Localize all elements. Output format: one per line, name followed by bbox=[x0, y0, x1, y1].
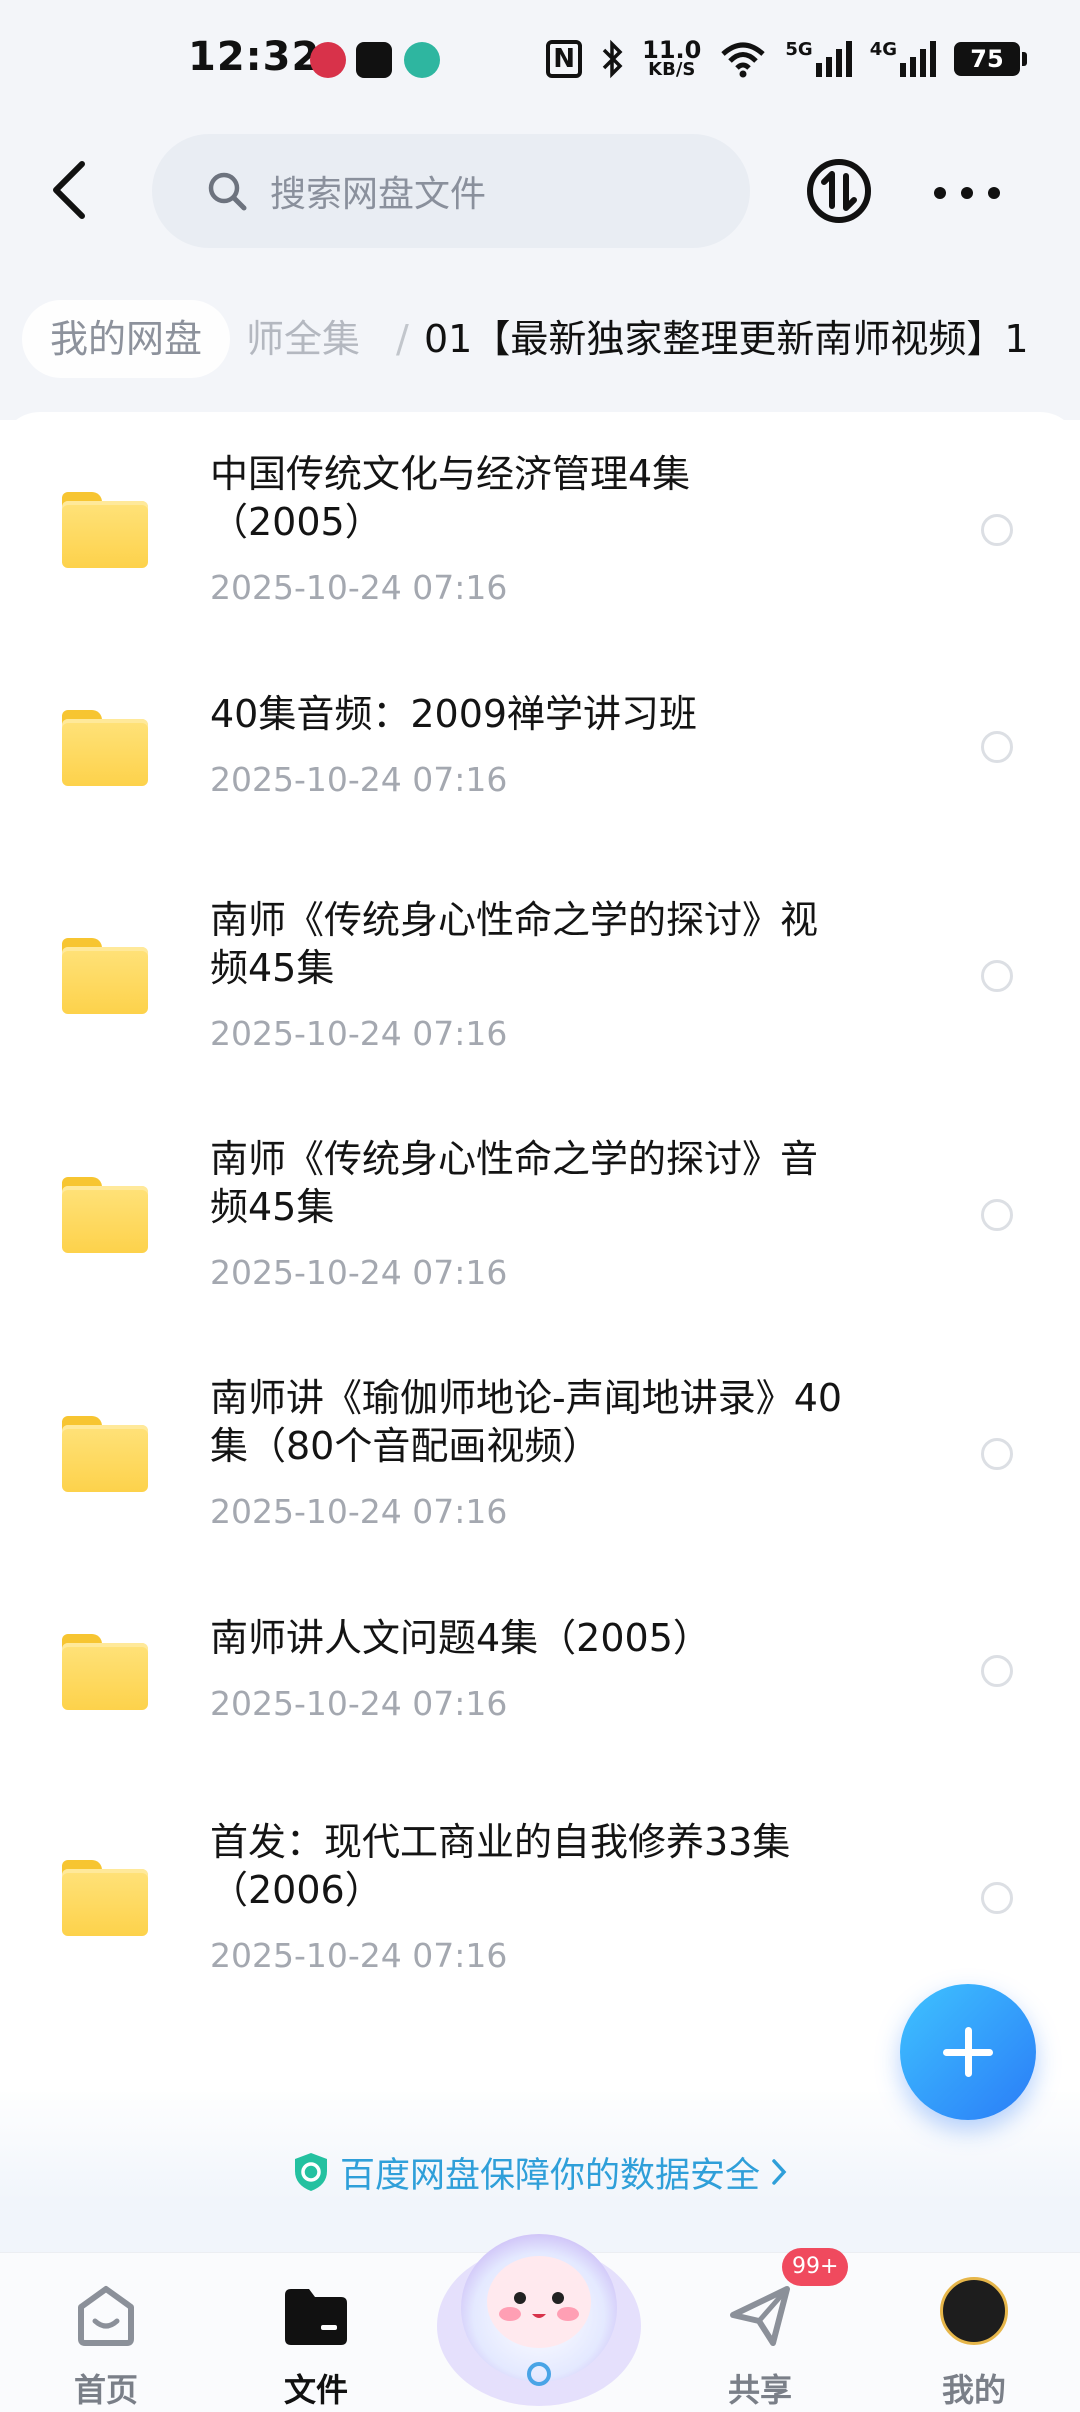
folder-name: 40集音频：2009禅学讲习班 bbox=[210, 692, 698, 736]
folder-icon bbox=[62, 1634, 148, 1710]
select-checkbox[interactable] bbox=[981, 1438, 1013, 1470]
search-input[interactable]: 搜索网盘文件 bbox=[152, 134, 750, 248]
page: 12:32 N 11.0 KB/S 5G 4G 75 搜索网盘文件 师全集 我的… bbox=[0, 0, 1080, 2412]
transfer-button[interactable] bbox=[806, 158, 872, 224]
signal-bars-icon bbox=[815, 41, 852, 77]
folder-date: 2025-10-24 07:16 bbox=[210, 760, 508, 799]
list-item[interactable]: 南师讲《瑜伽师地论-声闻地讲录》40 集（80个音配画视频） 2025-10-24… bbox=[0, 1374, 1080, 1574]
folder-date: 2025-10-24 07:16 bbox=[210, 568, 508, 607]
folder-date: 2025-10-24 07:16 bbox=[210, 1014, 508, 1053]
dot-icon bbox=[988, 187, 1000, 199]
signal-4g: 4G bbox=[870, 41, 936, 77]
dot-icon bbox=[961, 187, 973, 199]
nav-mine[interactable]: 我的 bbox=[904, 2273, 1044, 2409]
battery-icon: 75 bbox=[954, 42, 1027, 76]
breadcrumb-home[interactable]: 我的网盘 bbox=[22, 300, 231, 378]
select-checkbox[interactable] bbox=[981, 1655, 1013, 1687]
security-text: 百度网盘保障你的数据安全 bbox=[339, 2155, 760, 2196]
folder-name: 南师讲人文问题4集（2005） bbox=[210, 1616, 711, 1660]
net-speed: 11.0 KB/S bbox=[642, 36, 702, 80]
folder-icon bbox=[62, 938, 148, 1014]
breadcrumb-current: 01【最新独家整理更新南师视频】1 bbox=[424, 317, 1029, 361]
back-arrow-icon bbox=[53, 161, 85, 219]
folder-date: 2025-10-24 07:16 bbox=[210, 1936, 508, 1975]
plus-icon-vertical bbox=[964, 2027, 972, 2077]
more-button[interactable] bbox=[934, 168, 1000, 218]
app-icon-green bbox=[404, 42, 440, 78]
home-face-icon bbox=[78, 2286, 134, 2346]
wifi-icon bbox=[721, 42, 766, 78]
back-button[interactable] bbox=[36, 150, 100, 230]
nav-files-label: 文件 bbox=[283, 2371, 348, 2409]
list-item[interactable]: 中国传统文化与经济管理4集 （2005） 2025-10-24 07:16 bbox=[0, 440, 1080, 640]
signal-bars-icon bbox=[900, 41, 936, 77]
status-time: 12:32 bbox=[188, 34, 321, 80]
folder-name: 中国传统文化与经济管理4集 （2005） bbox=[210, 452, 691, 544]
nav-share-label: 共享 bbox=[727, 2371, 792, 2409]
select-checkbox[interactable] bbox=[981, 731, 1013, 763]
select-checkbox[interactable] bbox=[981, 1199, 1013, 1231]
list-item[interactable]: 南师讲人文问题4集（2005） 2025-10-24 07:16 bbox=[0, 1614, 1080, 1764]
folder-name: 首发：现代工商业的自我修养33集 （2006） bbox=[210, 1820, 791, 1912]
select-checkbox[interactable] bbox=[981, 1882, 1013, 1914]
folder-date: 2025-10-24 07:16 bbox=[210, 1253, 508, 1292]
shield-icon bbox=[294, 2153, 327, 2191]
select-checkbox[interactable] bbox=[981, 514, 1013, 546]
folder-icon bbox=[62, 710, 148, 786]
nav-files[interactable]: 文件 bbox=[246, 2273, 386, 2409]
chevron-right-icon bbox=[772, 2159, 787, 2185]
breadcrumb-middle[interactable]: 师全集 bbox=[246, 300, 360, 378]
folder-icon bbox=[62, 1860, 148, 1936]
transfer-icon bbox=[807, 159, 871, 223]
folder-name: 南师《传统身心性命之学的探讨》音 频45集 bbox=[210, 1137, 819, 1229]
folder-filled-icon bbox=[285, 2289, 347, 2345]
breadcrumb-separator: / bbox=[396, 317, 409, 361]
nav-home-label: 首页 bbox=[73, 2371, 138, 2409]
folder-icon bbox=[62, 1416, 148, 1492]
bluetooth-icon bbox=[602, 39, 623, 79]
signal-5g: 5G bbox=[785, 41, 852, 77]
nav-mine-label: 我的 bbox=[941, 2371, 1006, 2409]
avatar bbox=[940, 2277, 1008, 2345]
share-badge: 99+ bbox=[782, 2248, 849, 2286]
folder-icon bbox=[62, 1177, 148, 1253]
paper-plane-icon bbox=[730, 2286, 790, 2346]
list-item[interactable]: 南师《传统身心性命之学的探讨》音 频45集 2025-10-24 07:16 bbox=[0, 1135, 1080, 1335]
mascot-icon[interactable] bbox=[432, 2196, 646, 2412]
breadcrumb: 师全集 我的网盘 / 01【最新独家整理更新南师视频】1 bbox=[0, 296, 1080, 386]
folder-name: 南师讲《瑜伽师地论-声闻地讲录》40 集（80个音配画视频） bbox=[210, 1376, 843, 1468]
nfc-icon: N bbox=[546, 40, 583, 78]
status-bar: 12:32 N 11.0 KB/S 5G 4G 75 bbox=[0, 0, 1080, 120]
list-item[interactable]: 南师《传统身心性命之学的探讨》视 频45集 2025-10-24 07:16 bbox=[0, 896, 1080, 1096]
nav-share[interactable]: 共享 bbox=[690, 2273, 830, 2409]
nav-home[interactable]: 首页 bbox=[36, 2273, 176, 2409]
security-banner[interactable]: 百度网盘保障你的数据安全 bbox=[0, 2140, 1080, 2204]
app-icon-red bbox=[310, 42, 346, 78]
folder-date: 2025-10-24 07:16 bbox=[210, 1684, 508, 1723]
search-placeholder: 搜索网盘文件 bbox=[270, 174, 487, 215]
list-item[interactable]: 40集音频：2009禅学讲习班 2025-10-24 07:16 bbox=[0, 690, 1080, 840]
select-checkbox[interactable] bbox=[981, 960, 1013, 992]
folder-name: 南师《传统身心性命之学的探讨》视 频45集 bbox=[210, 898, 819, 990]
folder-date: 2025-10-24 07:16 bbox=[210, 1492, 508, 1531]
folder-icon bbox=[62, 492, 148, 568]
list-item[interactable]: 首发：现代工商业的自我修养33集 （2006） 2025-10-24 07:16 bbox=[0, 1818, 1080, 2018]
tiktok-icon bbox=[356, 42, 392, 78]
add-button[interactable] bbox=[900, 1984, 1036, 2120]
status-right: N 11.0 KB/S 5G 4G 75 bbox=[546, 36, 1027, 82]
dot-icon bbox=[934, 187, 946, 199]
search-icon bbox=[208, 172, 247, 211]
